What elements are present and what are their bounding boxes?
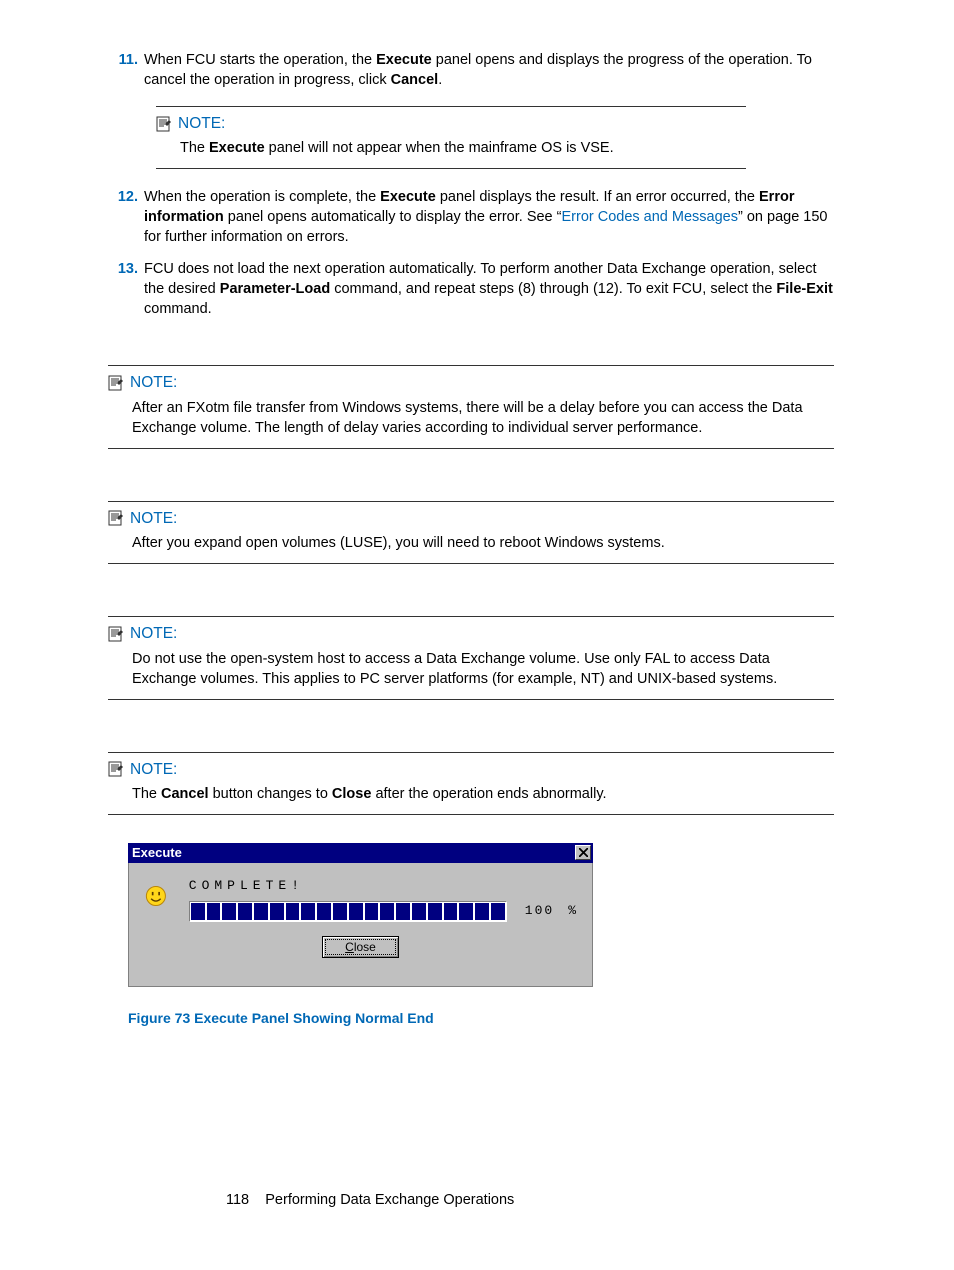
step-number: 12. <box>108 187 144 247</box>
step-list: 11. When FCU starts the operation, the E… <box>108 50 834 90</box>
complete-label: COMPLETE! <box>189 877 576 895</box>
execute-dialog: Execute COMPLETE! 100 <box>128 843 593 987</box>
dialog-close-button[interactable] <box>575 845 591 860</box>
step-12: 12. When the operation is complete, the … <box>108 187 834 247</box>
smiley-icon <box>145 881 167 911</box>
note-icon <box>108 510 124 526</box>
note-header: NOTE: <box>108 508 834 529</box>
progress-bar <box>189 901 507 922</box>
note-body: The Cancel button changes to Close after… <box>108 784 834 804</box>
note-label: NOTE: <box>130 759 177 780</box>
note-header: NOTE: <box>108 623 834 644</box>
step-text: FCU does not load the next operation aut… <box>144 259 834 319</box>
note-block: NOTE: Do not use the open-system host to… <box>108 616 834 699</box>
note-label: NOTE: <box>130 372 177 393</box>
note-label: NOTE: <box>130 508 177 529</box>
dialog-body: COMPLETE! 100 % Close <box>128 863 593 987</box>
note-icon <box>156 116 172 132</box>
page-number: 118 <box>226 1192 249 1208</box>
note-label: NOTE: <box>178 113 225 134</box>
note-block: NOTE: The Cancel button changes to Close… <box>108 752 834 815</box>
step-text: When the operation is complete, the Exec… <box>144 187 834 247</box>
step-11: 11. When FCU starts the operation, the E… <box>108 50 834 90</box>
step-list: 12. When the operation is complete, the … <box>108 187 834 319</box>
note-icon <box>108 626 124 642</box>
step-number: 11. <box>108 50 144 90</box>
dialog-title: Execute <box>132 844 182 862</box>
note-icon <box>108 375 124 391</box>
step-13: 13. FCU does not load the next operation… <box>108 259 834 319</box>
percent-sign: % <box>568 902 576 920</box>
note-body: After you expand open volumes (LUSE), yo… <box>108 533 834 553</box>
page-footer: 118 Performing Data Exchange Operations <box>226 1190 514 1210</box>
figure-caption: Figure 73 Execute Panel Showing Normal E… <box>128 1009 834 1028</box>
step-text: When FCU starts the operation, the Execu… <box>144 50 834 90</box>
note-body: After an FXotm file transfer from Window… <box>108 398 834 438</box>
dialog-titlebar: Execute <box>128 843 593 863</box>
note-block: NOTE: After an FXotm file transfer from … <box>108 365 834 448</box>
close-button[interactable]: Close <box>322 936 399 959</box>
error-codes-link[interactable]: Error Codes and Messages <box>561 209 738 225</box>
note-header: NOTE: <box>108 372 834 393</box>
note-header: NOTE: <box>156 113 746 134</box>
note-block: NOTE: After you expand open volumes (LUS… <box>108 501 834 564</box>
note-label: NOTE: <box>130 623 177 644</box>
close-icon <box>579 848 588 857</box>
chapter-title: Performing Data Exchange Operations <box>265 1192 514 1208</box>
note-body: Do not use the open-system host to acces… <box>108 649 834 689</box>
note-icon <box>108 761 124 777</box>
note-body: The Execute panel will not appear when t… <box>156 138 746 158</box>
progress-percent: 100 <box>525 902 554 920</box>
note-block: NOTE: The Execute panel will not appear … <box>156 106 746 169</box>
step-number: 13. <box>108 259 144 319</box>
note-header: NOTE: <box>108 759 834 780</box>
